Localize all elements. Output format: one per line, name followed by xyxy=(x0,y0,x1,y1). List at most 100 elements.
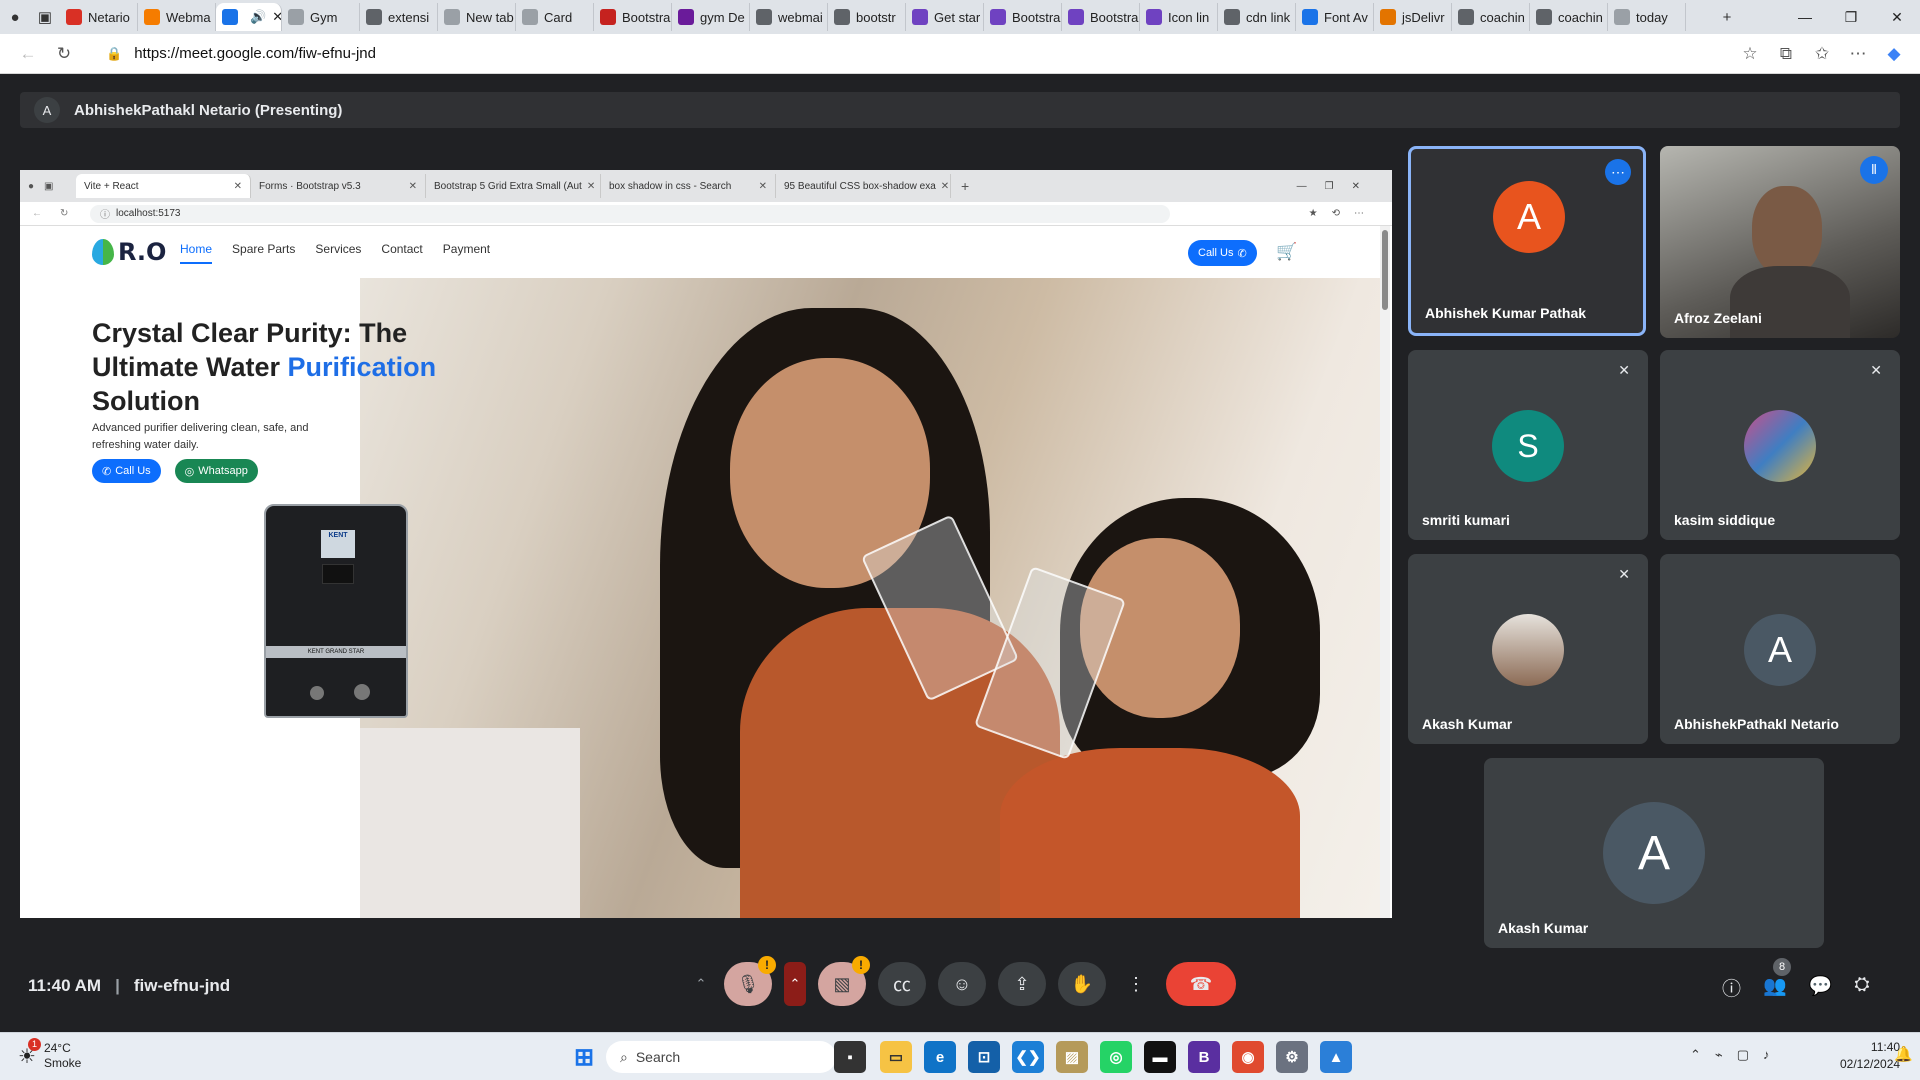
shared-refresh-icon: ↻ xyxy=(60,208,69,219)
participant-tile[interactable]: S ✕ smriti kumari xyxy=(1408,350,1648,540)
app-icon[interactable]: ▨ xyxy=(1056,1041,1088,1073)
participant-tile[interactable]: ✕ kasim siddique xyxy=(1660,350,1900,540)
participant-avatar: A xyxy=(1603,802,1705,904)
edge-icon[interactable]: e xyxy=(924,1041,956,1073)
task-view-icon[interactable]: ▪ xyxy=(834,1041,866,1073)
minimize-icon[interactable]: — xyxy=(1782,0,1828,34)
mic-button[interactable]: 🎙 ! xyxy=(724,956,776,1006)
site-nav-link[interactable]: Services xyxy=(315,242,361,264)
browser-tab[interactable]: New tab xyxy=(438,3,516,31)
refresh-icon[interactable]: ↻ xyxy=(46,36,82,72)
cart-icon[interactable]: 🛒 xyxy=(1276,242,1297,262)
shared-browser-tab: Bootstrap 5 Grid Extra Small (Aut ✕ xyxy=(426,174,601,198)
participant-tile[interactable]: A AbhishekPathakl Netario xyxy=(1660,554,1900,744)
browser-tab[interactable]: Bootstra xyxy=(1062,3,1140,31)
new-tab-icon[interactable]: + xyxy=(1712,2,1742,32)
shared-close-tab-icon: ✕ xyxy=(408,180,417,192)
favorites-icon[interactable]: ✩ xyxy=(1804,36,1840,72)
browser-tab[interactable]: Webma xyxy=(138,3,216,31)
present-button[interactable]: ⇪ xyxy=(998,962,1046,1006)
system-tray-icons[interactable]: ⌃⌁▢♪ xyxy=(1690,1047,1784,1063)
url-field[interactable]: 🔒 https://meet.google.com/fiw-efnu-jnd xyxy=(96,39,1716,69)
raise-hand-button[interactable]: ✋ xyxy=(1058,962,1106,1006)
shared-back-icon: ← xyxy=(32,208,42,219)
browser-tab[interactable]: Card xyxy=(516,3,594,31)
browser-tab[interactable]: jsDelivr xyxy=(1374,3,1452,31)
close-window-icon[interactable]: ✕ xyxy=(1874,0,1920,34)
activities-icon[interactable]: ⛭ xyxy=(1854,974,1869,1001)
close-tab-icon[interactable]: ✕ xyxy=(272,9,281,25)
store-icon[interactable]: ⊡ xyxy=(968,1041,1000,1073)
weather-widget[interactable]: ☀ 1 24°C Smoke xyxy=(18,1037,81,1071)
whatsapp-icon[interactable]: ◎ xyxy=(1100,1041,1132,1073)
photos-icon[interactable]: ▲ xyxy=(1320,1041,1352,1073)
browser-tab[interactable]: 🔊✕ xyxy=(216,3,282,31)
browser-tab[interactable]: today xyxy=(1608,3,1686,31)
back-icon[interactable]: ← xyxy=(10,36,46,72)
browser-tab[interactable]: Get star xyxy=(906,3,984,31)
browser-tab[interactable]: coachin xyxy=(1452,3,1530,31)
tab-actions-icon[interactable]: ▣ xyxy=(30,2,60,32)
nav-call-button[interactable]: Call Us ✆ xyxy=(1188,240,1257,266)
captions-button[interactable]: ㏄ xyxy=(878,962,926,1006)
lock-icon[interactable]: 🔒 xyxy=(106,46,122,62)
site-nav-link[interactable]: Contact xyxy=(381,242,422,264)
browser-tab[interactable]: Gym xyxy=(282,3,360,31)
notifications-icon[interactable]: 🔔 xyxy=(1894,1045,1913,1063)
audio-icon[interactable]: 🔊 xyxy=(250,9,266,25)
participant-tile[interactable]: ✕ Akash Kumar xyxy=(1408,554,1648,744)
shared-new-tab-icon: + xyxy=(961,178,970,194)
profile-icon[interactable]: ● xyxy=(0,2,30,32)
chrome-icon[interactable]: ◉ xyxy=(1232,1041,1264,1073)
participant-tile[interactable]: A ⋯ Abhishek Kumar Pathak xyxy=(1408,146,1646,336)
browser-tab[interactable]: gym De xyxy=(672,3,750,31)
hero-call-button[interactable]: ✆ Call Us xyxy=(92,459,161,483)
browser-tab[interactable]: cdn link xyxy=(1218,3,1296,31)
emoji-button[interactable]: ☺ xyxy=(938,962,986,1006)
browser-tab[interactable]: bootstr xyxy=(828,3,906,31)
browser-tab[interactable]: Bootstra xyxy=(984,3,1062,31)
site-nav-link[interactable]: Home xyxy=(180,242,213,264)
participant-tile[interactable]: ⦀ Afroz Zeelani xyxy=(1660,146,1900,338)
browser-tab[interactable]: webmai xyxy=(750,3,828,31)
copilot-icon[interactable]: ◆ xyxy=(1876,36,1912,72)
browser-tab[interactable]: coachin xyxy=(1530,3,1608,31)
shared-tab-controls: ● ▣ xyxy=(28,180,54,192)
site-nav-link[interactable]: Spare Parts xyxy=(232,242,295,264)
hero-heading: Crystal Clear Purity: The Ultimate Water… xyxy=(92,316,492,418)
browser-tab[interactable]: Font Av xyxy=(1296,3,1374,31)
settings-icon[interactable]: ⚙ xyxy=(1276,1041,1308,1073)
video-options-icon[interactable]: ⌃ xyxy=(784,962,806,1006)
browser-tab[interactable]: Icon lin xyxy=(1140,3,1218,31)
restore-icon[interactable]: ❐ xyxy=(1828,0,1874,34)
people-icon[interactable]: 👥 8 xyxy=(1763,958,1792,1001)
bootstrap-icon[interactable]: B xyxy=(1188,1041,1220,1073)
leave-call-button[interactable]: ☎ xyxy=(1166,962,1236,1006)
site-logo[interactable]: R.O xyxy=(92,238,166,266)
browser-tab[interactable]: Bootstra xyxy=(594,3,672,31)
tab-label: today xyxy=(1636,9,1668,25)
site-nav-link[interactable]: Payment xyxy=(443,242,490,264)
terminal-icon[interactable]: ▬ xyxy=(1144,1041,1176,1073)
extensions-icon[interactable]: ⧉ xyxy=(1768,36,1804,72)
chat-icon[interactable]: 💬 xyxy=(1809,974,1833,1001)
mic-off-icon: ✕ xyxy=(1870,362,1882,378)
tray-clock[interactable]: 11:40 02/12/2024 xyxy=(1840,1039,1900,1073)
audio-options-icon[interactable]: ⌃ xyxy=(690,976,712,992)
tab-label: bootstr xyxy=(856,9,896,25)
favorite-icon[interactable]: ☆ xyxy=(1732,36,1768,72)
taskbar-search[interactable]: ⌕ Search xyxy=(606,1041,836,1073)
vscode-icon[interactable]: ❮❯ xyxy=(1012,1041,1044,1073)
info-icon[interactable]: ⓘ xyxy=(1722,974,1741,1001)
hero-whatsapp-button[interactable]: ◎ Whatsapp xyxy=(174,459,258,483)
temperature: 24°C xyxy=(43,1041,71,1055)
start-icon[interactable]: ⊞ xyxy=(568,1041,600,1073)
file-explorer-icon[interactable]: ▭ xyxy=(880,1041,912,1073)
participant-tile[interactable]: A Akash Kumar xyxy=(1484,758,1824,948)
browser-tab[interactable]: Netario xyxy=(60,3,138,31)
more-options-button[interactable]: ⋮ xyxy=(1118,962,1154,1006)
browser-tab[interactable]: extensi xyxy=(360,3,438,31)
more-options-icon[interactable]: ⋯ xyxy=(1605,159,1631,185)
camera-button[interactable]: ▧ ! xyxy=(818,956,870,1006)
more-icon[interactable]: ⋯ xyxy=(1840,36,1876,72)
